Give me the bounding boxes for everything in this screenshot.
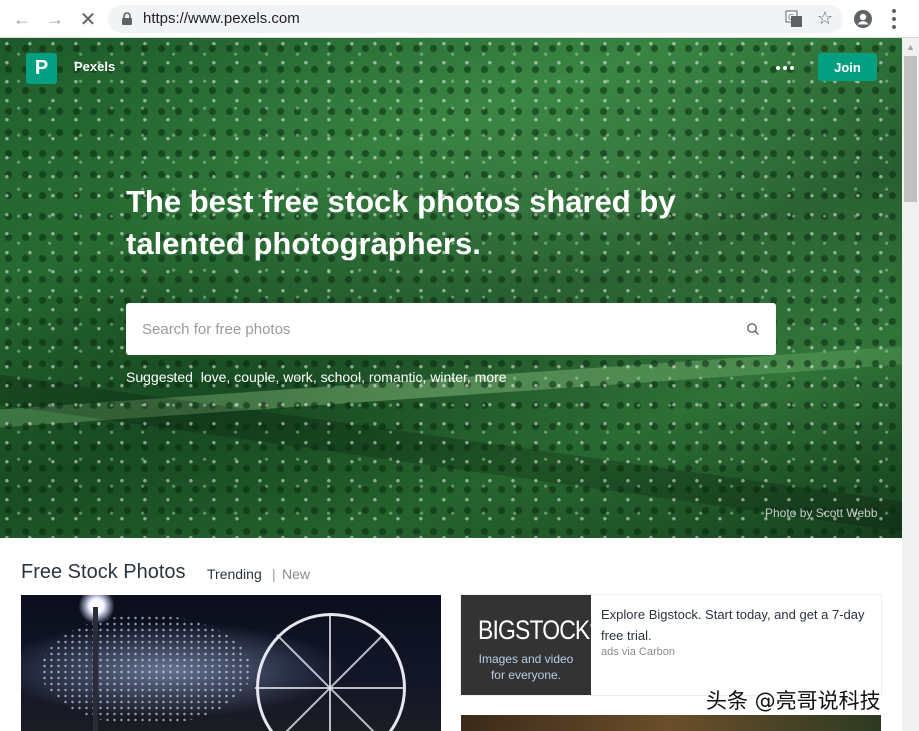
hero-banner bbox=[0, 38, 902, 538]
ad-tagline-line: for everyone. bbox=[490, 668, 562, 682]
photo-thumbnail[interactable] bbox=[461, 715, 881, 731]
scroll-thumb[interactable] bbox=[904, 56, 917, 202]
ad-tagline-line: Images and video bbox=[478, 652, 574, 666]
translate-icon[interactable]: G bbox=[785, 10, 803, 28]
photo-detail bbox=[41, 615, 251, 725]
suggested-label: Suggested bbox=[126, 369, 193, 385]
account-icon[interactable] bbox=[853, 9, 873, 29]
lock-icon bbox=[122, 12, 132, 25]
suggestion-link[interactable]: school bbox=[321, 369, 361, 385]
ad-via-link[interactable]: ads via Carbon bbox=[601, 646, 675, 658]
tab-trending[interactable]: Trending bbox=[207, 566, 262, 582]
more-options-icon[interactable] bbox=[776, 66, 794, 70]
logo-letter: P bbox=[34, 57, 49, 79]
photo-detail bbox=[93, 607, 98, 731]
suggestion-link[interactable]: more bbox=[475, 369, 507, 385]
ad-logo-text: BIGSTOCK bbox=[478, 615, 590, 645]
address-bar[interactable]: https://www.pexels.com G ☆ bbox=[108, 5, 843, 33]
back-icon[interactable]: ← bbox=[10, 7, 34, 31]
ad-logo: BIGSTOCK™ bbox=[478, 615, 595, 646]
suggestion-link[interactable]: romantic bbox=[369, 369, 423, 385]
suggestion-link[interactable]: winter bbox=[430, 369, 467, 385]
suggestion-link[interactable]: couple bbox=[234, 369, 275, 385]
photo-detail bbox=[329, 613, 331, 731]
suggestion-link[interactable]: work bbox=[283, 369, 313, 385]
join-button[interactable]: Join bbox=[818, 53, 877, 81]
tab-new[interactable]: New bbox=[282, 566, 310, 582]
ad-card[interactable]: BIGSTOCK™ Images and video for everyone. … bbox=[461, 595, 881, 695]
scroll-up-icon[interactable]: ▲ bbox=[902, 40, 919, 54]
star-icon[interactable]: ☆ bbox=[817, 8, 833, 29]
tab-separator: | bbox=[272, 566, 276, 582]
search-input[interactable] bbox=[126, 303, 726, 355]
watermark: 头条 @亮哥说科技 bbox=[706, 689, 881, 713]
ad-tagline: Images and video for everyone. bbox=[461, 651, 591, 683]
ad-image[interactable]: BIGSTOCK™ Images and video for everyone. bbox=[461, 595, 595, 695]
suggestion-link[interactable]: love bbox=[201, 369, 227, 385]
forward-icon[interactable]: → bbox=[43, 7, 67, 31]
ad-text[interactable]: Explore Bigstock. Start today, and get a… bbox=[601, 604, 873, 646]
brand-name[interactable]: Pexels bbox=[74, 59, 115, 74]
stop-icon[interactable]: ✕ bbox=[76, 7, 100, 31]
photo-credit[interactable]: Photo by Scott Webb bbox=[765, 506, 878, 520]
section-title: Free Stock Photos bbox=[21, 561, 186, 583]
search-bar bbox=[126, 303, 776, 355]
hero-headline: The best free stock photos shared by tal… bbox=[126, 184, 676, 261]
search-icon[interactable] bbox=[746, 322, 760, 336]
url-text[interactable]: https://www.pexels.com bbox=[143, 10, 300, 27]
hero-background-texture bbox=[0, 38, 902, 538]
page-scrollbar[interactable]: ▲ bbox=[902, 38, 919, 731]
photo-ferris-wheel[interactable] bbox=[21, 595, 441, 731]
pexels-logo[interactable]: P bbox=[26, 53, 57, 84]
photo-detail bbox=[256, 613, 406, 731]
browser-toolbar: ← → ✕ https://www.pexels.com G ☆ bbox=[0, 0, 919, 38]
trademark-mark: ™ bbox=[589, 624, 595, 631]
menu-icon[interactable] bbox=[891, 9, 897, 29]
suggested-searches: Suggested love, couple, work, school, ro… bbox=[126, 369, 507, 385]
svg-text:G: G bbox=[788, 13, 794, 22]
